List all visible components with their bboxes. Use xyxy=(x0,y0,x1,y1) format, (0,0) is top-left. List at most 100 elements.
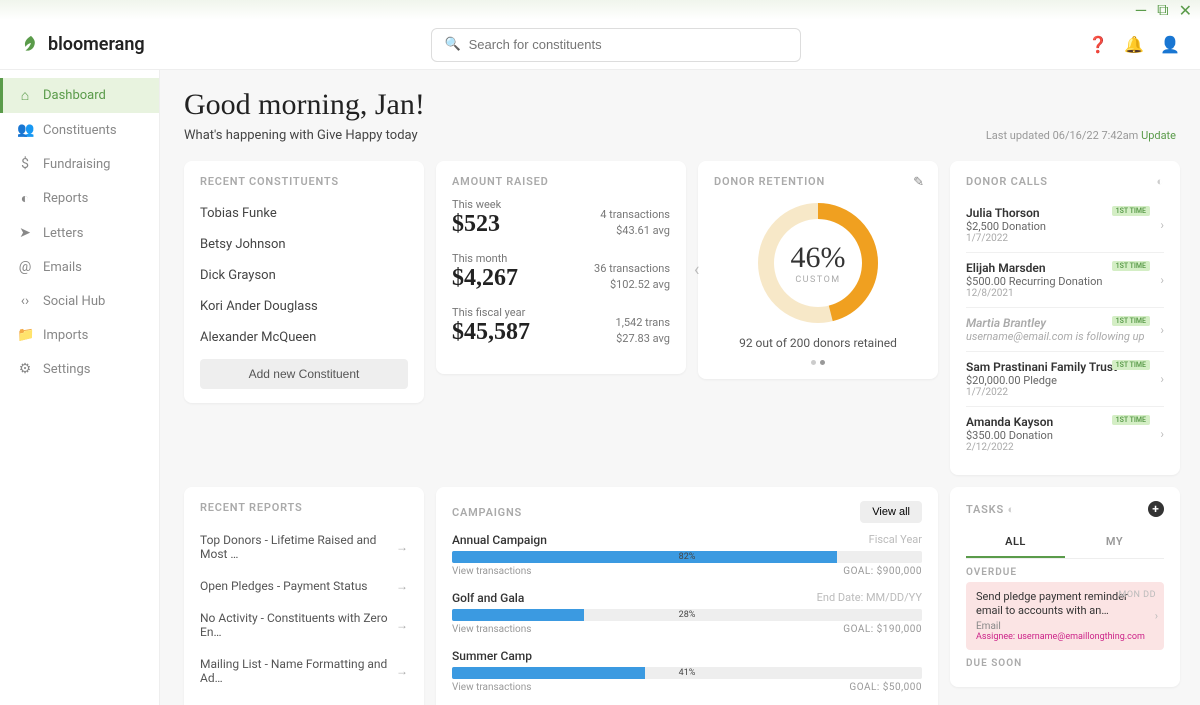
progress-percent: 28% xyxy=(679,609,696,621)
campaign-goal: GOAL: $190,000 xyxy=(843,624,922,635)
recent-reports-card: RECENT REPORTS Top Donors - Lifetime Rai… xyxy=(184,487,424,705)
report-label: No Activity - Constituents with Zero En… xyxy=(200,611,396,639)
retention-percent: 46% xyxy=(791,241,846,275)
tab-my[interactable]: MY xyxy=(1065,527,1164,558)
sidebar-item-dashboard[interactable]: ⌂Dashboard xyxy=(0,78,159,113)
campaign-name: Annual Campaign xyxy=(452,533,547,547)
nav-icon: ◐ xyxy=(17,190,33,207)
tab-all[interactable]: ALL xyxy=(966,527,1065,558)
sidebar-item-reports[interactable]: ◐ Reports xyxy=(0,181,159,216)
sidebar-item-fundraising[interactable]: $ Fundraising xyxy=(0,147,159,181)
pager-dot[interactable] xyxy=(820,360,825,365)
amount-week-avg: $43.61 avg xyxy=(600,223,670,238)
minimize-icon[interactable]: — xyxy=(1135,1,1148,20)
recent-constituents-card: RECENT CONSTITUENTS Tobias FunkeBetsy Jo… xyxy=(184,161,424,403)
card-title: CAMPAIGNS xyxy=(452,506,522,519)
amount-year-avg: $27.83 avg xyxy=(616,331,670,346)
search-icon: 🔍 xyxy=(444,37,460,52)
card-title: RECENT CONSTITUENTS xyxy=(200,175,408,188)
card-title: DONOR CALLS ◐ xyxy=(966,175,1164,188)
campaign-meta: Fiscal Year xyxy=(869,533,922,547)
amount-year-label: This fiscal year xyxy=(452,306,530,319)
card-title: TASKS ◐ + xyxy=(966,501,1164,517)
maximize-icon[interactable]: ⧉ xyxy=(1157,0,1168,20)
amount-month-tx: 36 transactions xyxy=(594,261,670,276)
nav-label: Constituents xyxy=(43,123,117,138)
nav-icon: $ xyxy=(17,156,33,172)
constituent-row[interactable]: Kori Ander Douglass xyxy=(200,291,408,322)
report-row[interactable]: No Activity - Constituents with Zero En…… xyxy=(200,602,408,648)
amount-month-avg: $102.52 avg xyxy=(594,277,670,292)
view-transactions-link[interactable]: View transactions xyxy=(452,682,531,693)
retention-donut: 46% CUSTOM xyxy=(753,198,883,328)
amount-year-value: $45,587 xyxy=(452,319,530,346)
view-transactions-link[interactable]: View transactions xyxy=(452,624,531,635)
bell-icon[interactable]: 🔔 xyxy=(1124,35,1144,54)
pager-dot[interactable] xyxy=(811,360,816,365)
close-icon[interactable]: ✕ xyxy=(1179,1,1192,20)
constituent-row[interactable]: Betsy Johnson xyxy=(200,229,408,260)
donor-call-item[interactable]: 1ST TIMEJulia Thorson$2,500 Donation1/7/… xyxy=(966,198,1164,253)
report-row[interactable]: Mailing List - Name Formatting and Ad…→ xyxy=(200,648,408,694)
nav-label: Letters xyxy=(43,226,83,241)
search-box[interactable]: 🔍 xyxy=(431,28,801,62)
constituent-row[interactable]: Alexander McQueen xyxy=(200,322,408,353)
topbar: bloomerang 🔍 ❓ 🔔 👤 xyxy=(0,20,1200,70)
page-title: Good morning, Jan! xyxy=(184,88,1176,122)
constituent-row[interactable]: Tobias Funke xyxy=(200,198,408,229)
sidebar-item-settings[interactable]: ⚙Settings xyxy=(0,352,159,386)
retention-text: 92 out of 200 donors retained xyxy=(714,336,922,350)
campaign-row: Annual CampaignFiscal Year82%View transa… xyxy=(452,533,922,577)
arrow-right-icon: → xyxy=(396,618,408,632)
donor-call-item[interactable]: 1ST TIMEElijah Marsden$500.00 Recurring … xyxy=(966,253,1164,308)
donor-call-item[interactable]: 1ST TIMESam Prastinani Family Trust$20,0… xyxy=(966,352,1164,407)
chevron-right-icon: › xyxy=(1160,323,1164,337)
chart-icon[interactable]: ◐ xyxy=(1008,503,1015,516)
sidebar-item-social-hub[interactable]: ‹›Social Hub xyxy=(0,284,159,318)
view-all-button[interactable]: View all xyxy=(860,501,922,523)
report-row[interactable]: Top Donors - Lifetime Raised and Most …→ xyxy=(200,524,408,570)
nav-label: Fundraising xyxy=(43,157,110,172)
donor-call-item[interactable]: 1ST TIMEMartia Brantleyusername@email.co… xyxy=(966,308,1164,352)
report-row[interactable]: Transactions This Fiscal Year→ xyxy=(200,694,408,705)
chart-icon[interactable]: ◐ xyxy=(1157,175,1164,188)
constituent-row[interactable]: Dick Grayson xyxy=(200,260,408,291)
window-chrome: — ⧉ ✕ xyxy=(0,0,1200,20)
user-icon[interactable]: 👤 xyxy=(1160,35,1180,54)
campaign-name: Summer Camp xyxy=(452,649,532,663)
search-input[interactable] xyxy=(469,37,789,52)
amount-week-tx: 4 transactions xyxy=(600,207,670,222)
call-date: 1/7/2022 xyxy=(966,387,1164,398)
report-row[interactable]: Open Pledges - Payment Status→ xyxy=(200,570,408,602)
donor-calls-card: DONOR CALLS ◐ 1ST TIMEJulia Thorson$2,50… xyxy=(950,161,1180,475)
help-icon[interactable]: ❓ xyxy=(1088,35,1108,54)
campaign-goal: GOAL: $900,000 xyxy=(843,566,922,577)
campaigns-card: CAMPAIGNS View all Annual Campaign Fiscal… xyxy=(436,487,938,705)
update-link[interactable]: Update xyxy=(1141,129,1176,142)
call-date: 1/7/2022 xyxy=(966,233,1164,244)
add-task-button[interactable]: + xyxy=(1148,501,1164,517)
amount-month-value: $4,267 xyxy=(452,265,518,292)
amount-year-tx: 1,542 trans xyxy=(616,315,670,330)
retention-sublabel: CUSTOM xyxy=(795,275,840,285)
donor-retention-card: DONOR RETENTION ✎ ‹ 46% CUSTOM 92 out of… xyxy=(698,161,938,379)
arrow-right-icon: → xyxy=(396,579,408,593)
arrow-right-icon: → xyxy=(396,664,408,678)
amount-week-value: $523 xyxy=(452,211,501,238)
sidebar-item-imports[interactable]: 📁Imports xyxy=(0,318,159,352)
donor-call-item[interactable]: 1ST TIMEAmanda Kayson$350.00 Donation2/1… xyxy=(966,407,1164,461)
nav-icon: ⌂ xyxy=(17,87,33,104)
sidebar-item-constituents[interactable]: 👥Constituents xyxy=(0,113,159,147)
campaign-row: Golf and GalaEnd Date: MM/DD/YY28%View t… xyxy=(452,591,922,635)
edit-icon[interactable]: ✎ xyxy=(913,175,924,190)
sidebar-item-letters[interactable]: ➤Letters xyxy=(0,216,159,250)
add-constituent-button[interactable]: Add new Constituent xyxy=(200,359,408,389)
campaign-row: Summer Camp41%View transactionsGOAL: $50… xyxy=(452,649,922,693)
first-time-badge: 1ST TIME xyxy=(1112,206,1150,216)
sidebar-item-emails[interactable]: @Emails xyxy=(0,250,159,284)
nav-label: Reports xyxy=(43,191,88,206)
chevron-left-icon[interactable]: ‹ xyxy=(694,260,699,281)
view-transactions-link[interactable]: View transactions xyxy=(452,566,531,577)
task-item[interactable]: MON DD Send pledge payment reminder emai… xyxy=(966,582,1164,650)
amount-raised-card: AMOUNT RAISED This week$523 4 transactio… xyxy=(436,161,686,374)
